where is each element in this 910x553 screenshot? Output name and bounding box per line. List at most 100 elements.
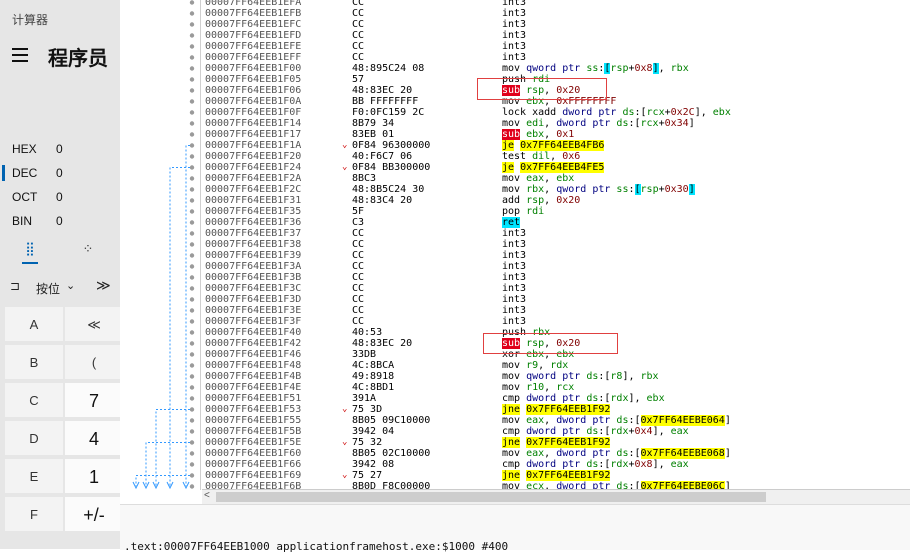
disassembly-listing[interactable]: 00007FF64EEB1EFA CC int3 00007FF64EEB1EFB CC… (202, 0, 910, 490)
disasm-row[interactable]: 00007FF64EEB1F55 8B05 09C10000 mov eax, dw… (202, 415, 902, 426)
breakpoint-dot[interactable] (189, 407, 195, 412)
breakpoint-dot[interactable] (189, 154, 195, 159)
disasm-row[interactable]: 00007FF64EEB1F20 40:F6C7 06 test dil, 0x6 (202, 151, 902, 162)
breakpoint-dot[interactable] (189, 242, 195, 247)
disasm-row[interactable]: 00007FF64EEB1EFB CC int3 (202, 8, 902, 19)
hamburger-menu-icon[interactable] (12, 48, 28, 66)
breakpoint-dot[interactable] (189, 33, 195, 38)
breakpoint-dot[interactable] (189, 330, 195, 335)
disasm-row[interactable]: 00007FF64EEB1F69 75 27 ⌄ jne 0x7FF64EEB1F92 (202, 470, 902, 481)
key-sym11[interactable]: +/- (64, 496, 120, 532)
breakpoint-dot[interactable] (189, 209, 195, 214)
breakpoint-dot[interactable] (189, 187, 195, 192)
key-1[interactable]: 1 (64, 458, 120, 494)
disasm-row[interactable]: 00007FF64EEB1F36 C3 ret (202, 217, 902, 228)
breakpoint-dot[interactable] (189, 396, 195, 401)
disasm-row[interactable]: 00007FF64EEB1F3E CC int3 (202, 305, 902, 316)
bit-toggle-keypad-tab-icon[interactable]: ⁘ (58, 236, 118, 264)
breakpoint-dot[interactable] (189, 451, 195, 456)
disasm-row[interactable]: 00007FF64EEB1F2C 48:8B5C24 30 mov rbx, qwo… (202, 184, 902, 195)
breakpoint-dot[interactable] (189, 363, 195, 368)
breakpoint-dot[interactable] (189, 22, 195, 27)
breakpoint-dot[interactable] (189, 286, 195, 291)
base-row-oct[interactable]: OCT 0 (0, 186, 120, 208)
disasm-row[interactable]: 00007FF64EEB1F3F CC int3 (202, 316, 902, 327)
disasm-row[interactable]: 00007FF64EEB1F38 CC int3 (202, 239, 902, 250)
disasm-row[interactable]: 00007FF64EEB1F60 8B05 02C10000 mov eax, dw… (202, 448, 902, 459)
disasm-row[interactable]: 00007FF64EEB1F2A 8BC3 mov eax, ebx (202, 173, 902, 184)
base-row-hex[interactable]: HEX 0 (0, 138, 120, 160)
disasm-row[interactable]: 00007FF64EEB1F31 48:83C4 20 add rsp, 0x20 (202, 195, 902, 206)
breakpoint-dot[interactable] (189, 110, 195, 115)
disasm-row[interactable]: 00007FF64EEB1EFD CC int3 (202, 30, 902, 41)
breakpoint-dot[interactable] (189, 473, 195, 478)
disasm-row[interactable]: 00007FF64EEB1F14 8B79 34 mov edi, dword pt… (202, 118, 902, 129)
bit-shift-button[interactable]: ≫ (96, 277, 111, 294)
base-row-bin[interactable]: BIN 0 (0, 210, 120, 232)
breakpoint-dot[interactable] (189, 253, 195, 258)
disasm-row[interactable]: 00007FF64EEB1F35 5F pop rdi (202, 206, 902, 217)
breakpoint-dot[interactable] (189, 77, 195, 82)
disasm-row[interactable]: 00007FF64EEB1F3D CC int3 (202, 294, 902, 305)
scrollbar-thumb[interactable] (216, 492, 766, 502)
disasm-row[interactable]: 00007FF64EEB1EFC CC int3 (202, 19, 902, 30)
scroll-left-icon[interactable]: < (204, 490, 210, 501)
key-sym1[interactable]: ≪ (64, 306, 120, 342)
breakpoint-dot[interactable] (189, 308, 195, 313)
breakpoint-dot[interactable] (189, 385, 195, 390)
key-7[interactable]: 7 (64, 382, 120, 418)
breakpoint-dot[interactable] (189, 198, 195, 203)
key-A[interactable]: A (4, 306, 64, 342)
breakpoint-dot[interactable] (189, 418, 195, 423)
disasm-row[interactable]: 00007FF64EEB1EFF CC int3 (202, 52, 902, 63)
disasm-row[interactable]: 00007FF64EEB1F39 CC int3 (202, 250, 902, 261)
breakpoint-dot[interactable] (189, 88, 195, 93)
breakpoint-dot[interactable] (189, 440, 195, 445)
breakpoint-dot[interactable] (189, 99, 195, 104)
breakpoint-dot[interactable] (189, 484, 195, 489)
breakpoint-dot[interactable] (189, 55, 195, 60)
disasm-row[interactable]: 00007FF64EEB1F1A 0F84 96300000 ⌄ je 0x7FF64… (202, 140, 902, 151)
disasm-row[interactable]: 00007FF64EEB1F3A CC int3 (202, 261, 902, 272)
key-4[interactable]: 4 (64, 420, 120, 456)
disasm-row[interactable]: 00007FF64EEB1F4E 4C:8BD1 mov r10, rcx (202, 382, 902, 393)
breakpoint-dot[interactable] (189, 275, 195, 280)
disasm-row[interactable]: 00007FF64EEB1F3B CC int3 (202, 272, 902, 283)
disasm-row[interactable]: 00007FF64EEB1EFA CC int3 (202, 0, 902, 8)
disasm-row[interactable]: 00007FF64EEB1F5E 75 32 ⌄ jne 0x7FF64EEB1F92 (202, 437, 902, 448)
key-sym3[interactable]: ( (64, 344, 120, 380)
breakpoint-dot[interactable] (189, 220, 195, 225)
disasm-row[interactable]: 00007FF64EEB1F17 83EB 01 sub ebx, 0x1 (202, 129, 902, 140)
breakpoint-dot[interactable] (189, 297, 195, 302)
disasm-row[interactable]: 00007FF64EEB1F53 75 3D ⌄ jne 0x7FF64EEB1F92 (202, 404, 902, 415)
disasm-row[interactable]: 00007FF64EEB1F4B 49:8918 mov qword ptr ds:… (202, 371, 902, 382)
disasm-row[interactable]: 00007FF64EEB1F00 48:895C24 08 mov qword pt… (202, 63, 902, 74)
disasm-row[interactable]: 00007FF64EEB1F3C CC int3 (202, 283, 902, 294)
breakpoint-dot[interactable] (189, 462, 195, 467)
disasm-row[interactable]: 00007FF64EEB1F0F F0:0FC159 2C lock xadd dw… (202, 107, 902, 118)
breakpoint-dot[interactable] (189, 11, 195, 16)
breakpoint-dot[interactable] (189, 352, 195, 357)
key-C[interactable]: C (4, 382, 64, 418)
breakpoint-dot[interactable] (189, 429, 195, 434)
breakpoint-dot[interactable] (189, 165, 195, 170)
breakpoint-dot[interactable] (189, 121, 195, 126)
disasm-row[interactable]: 00007FF64EEB1F51 391A cmp dword ptr ds:[rd… (202, 393, 902, 404)
breakpoint-dot[interactable] (189, 0, 195, 5)
bitwise-dropdown[interactable]: ⊐ 按位 ⌄ ≫ (0, 274, 120, 300)
breakpoint-dot[interactable] (189, 319, 195, 324)
breakpoint-dot[interactable] (189, 264, 195, 269)
breakpoint-dot[interactable] (189, 66, 195, 71)
disasm-row[interactable]: 00007FF64EEB1F66 3942 08 cmp dword ptr ds:… (202, 459, 902, 470)
breakpoint-dot[interactable] (189, 176, 195, 181)
disasm-row[interactable]: 00007FF64EEB1F24 0F84 BB300000 ⌄ je 0x7FF64… (202, 162, 902, 173)
disasm-row[interactable]: 00007FF64EEB1F5B 3942 04 cmp dword ptr ds:… (202, 426, 902, 437)
key-F[interactable]: F (4, 496, 64, 532)
breakpoint-dot[interactable] (189, 374, 195, 379)
breakpoint-dot[interactable] (189, 143, 195, 148)
key-D[interactable]: D (4, 420, 64, 456)
horizontal-scrollbar[interactable]: < (202, 489, 910, 504)
breakpoint-dot[interactable] (189, 341, 195, 346)
base-row-dec[interactable]: DEC 0 (0, 162, 120, 184)
breakpoint-dot[interactable] (189, 231, 195, 236)
